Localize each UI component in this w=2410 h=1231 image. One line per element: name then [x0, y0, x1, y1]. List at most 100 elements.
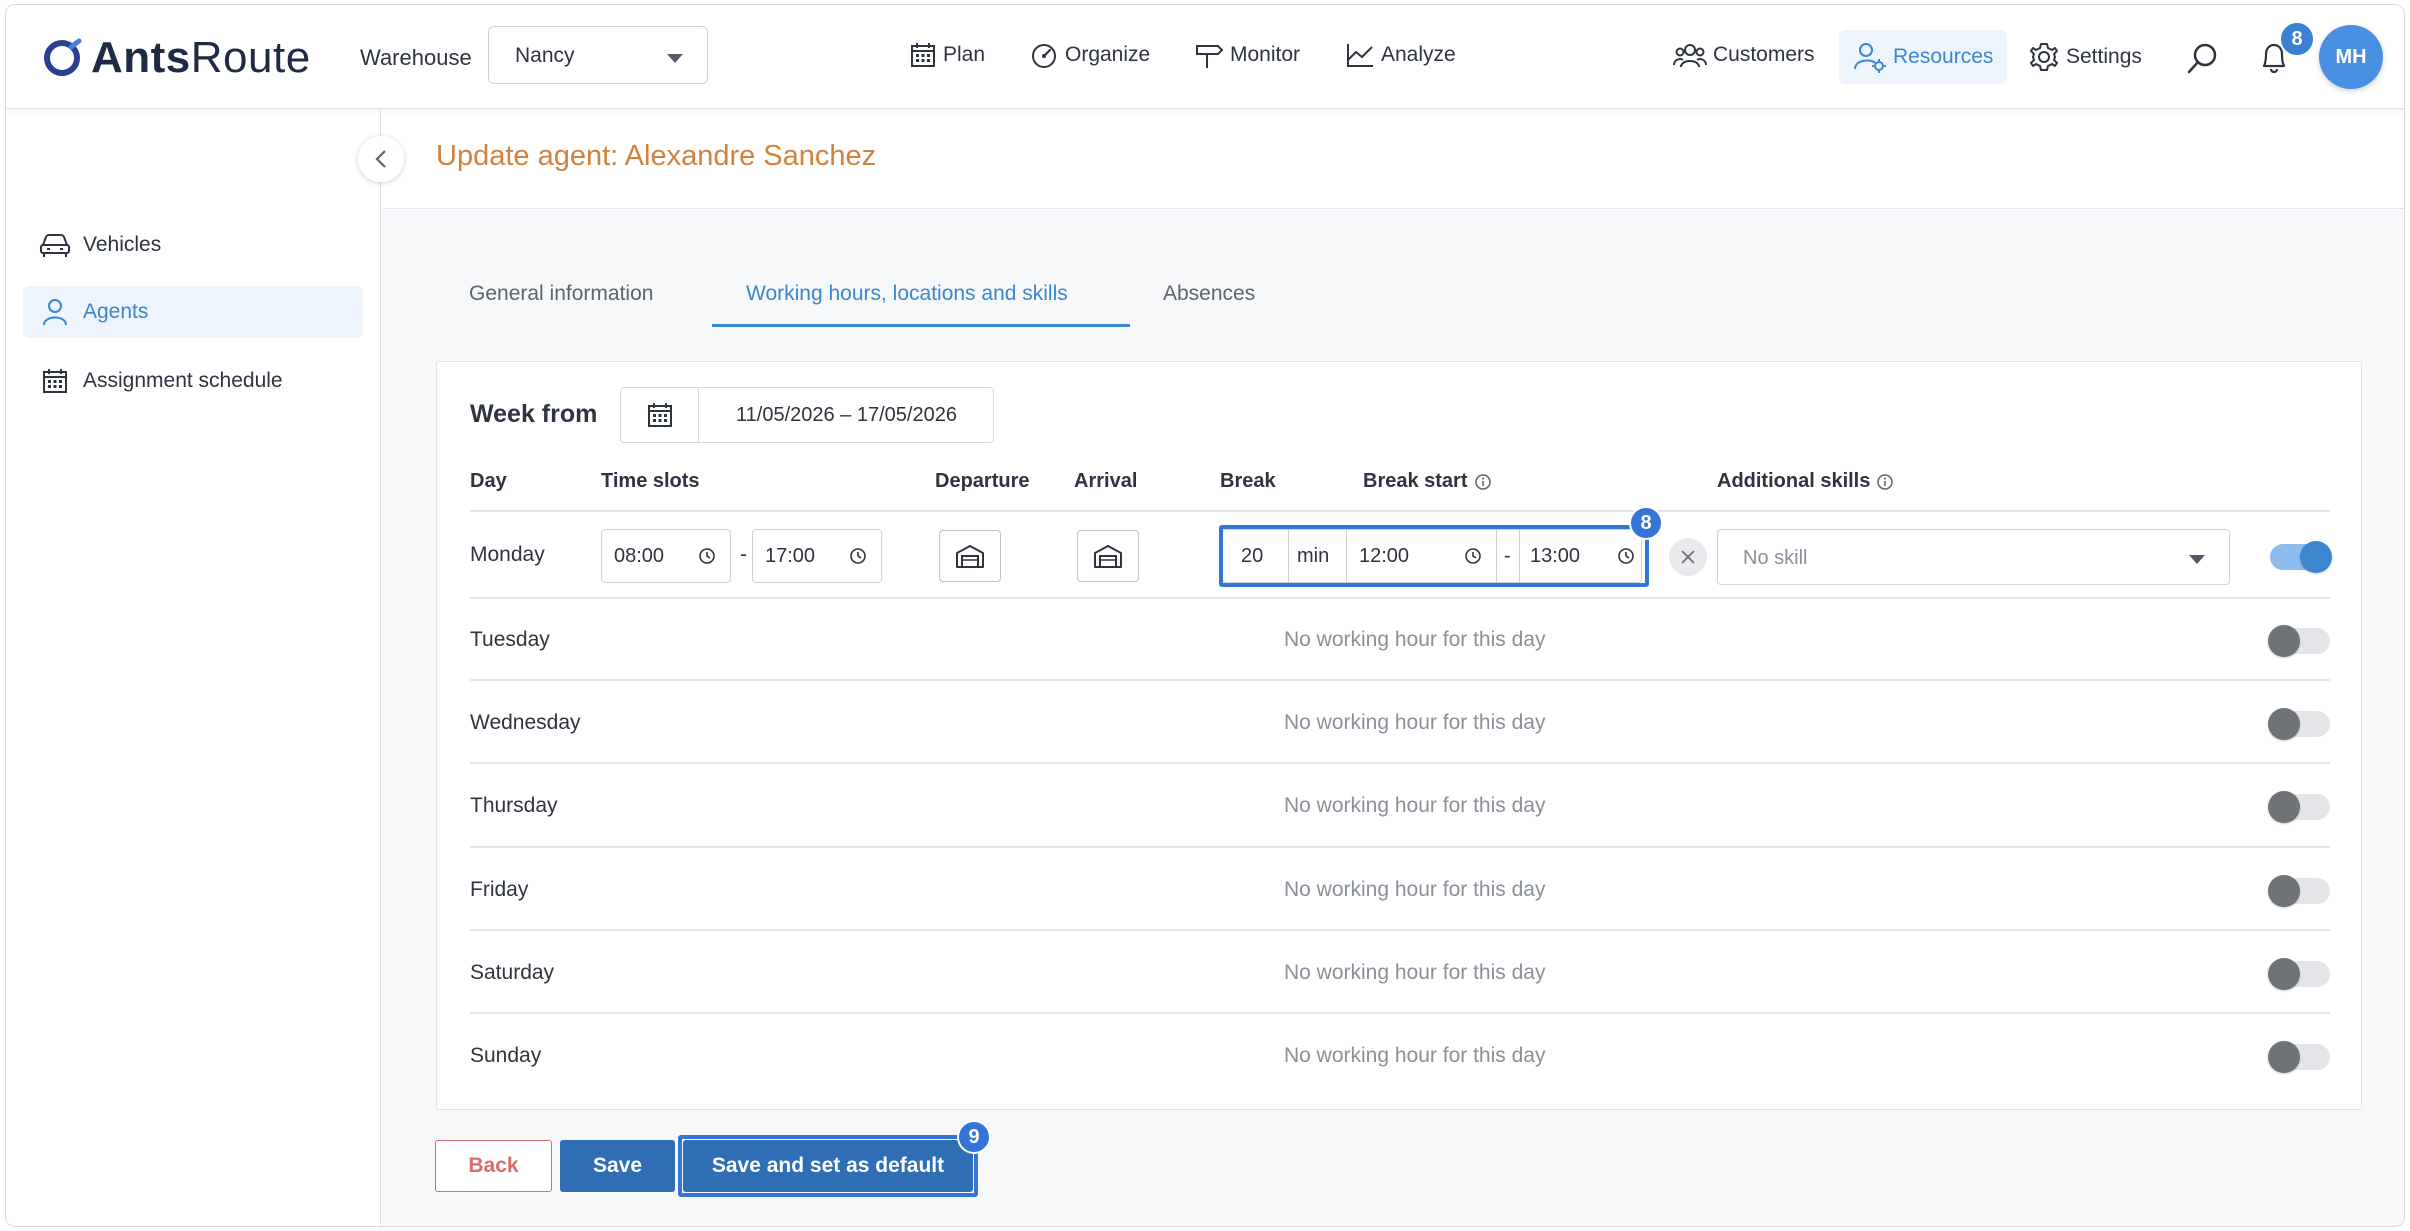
back-button[interactable]: Back [435, 1140, 552, 1192]
no-hours-note: No working hour for this day [1284, 878, 1546, 901]
nav-customers-label: Customers [1713, 43, 1815, 66]
app-window: AntsRoute Warehouse Nancy Plan Organize … [5, 4, 2405, 1227]
divider [470, 762, 2330, 764]
search-icon[interactable] [2186, 41, 2220, 75]
nav-settings[interactable]: Settings [2028, 41, 2142, 73]
sidebar-item-label: Assignment schedule [83, 369, 283, 392]
column-break-start: Break start [1363, 470, 1492, 493]
notification-badge: 8 [2279, 21, 2315, 57]
column-departure: Departure [935, 470, 1030, 492]
nav-analyze[interactable]: Analyze [1345, 41, 1456, 69]
logo-icon [44, 38, 82, 76]
divider [470, 1012, 2330, 1014]
logo[interactable]: AntsRoute [43, 33, 311, 83]
toggle-knob [2268, 958, 2300, 990]
caret-down-icon [667, 54, 683, 63]
column-additional-skills-label: Additional skills [1717, 470, 1871, 492]
active-tab-indicator [712, 324, 1130, 327]
skill-select[interactable]: No skill [1717, 529, 2230, 585]
day-label-sunday: Sunday [470, 1044, 542, 1067]
day-toggle-wednesday[interactable] [2268, 708, 2330, 740]
column-day: Day [470, 470, 507, 492]
nav-organize-label: Organize [1065, 43, 1151, 66]
day-toggle-monday[interactable] [2270, 541, 2332, 573]
time-slot-start-value: 08:00 [614, 545, 665, 567]
break-highlight [1219, 525, 1649, 587]
week-label: Week from [470, 400, 598, 428]
warehouse-select[interactable]: Nancy [488, 26, 708, 84]
working-hours-card: Week from 11/05/2026 – 17/05/2026 Day Ti… [436, 361, 2362, 1110]
column-additional-skills: Additional skills [1717, 470, 1894, 493]
signpost-icon [1196, 45, 1224, 68]
day-label-thursday: Thursday [470, 794, 558, 817]
column-break: Break [1220, 470, 1276, 492]
logo-text-bold: Ants [91, 33, 191, 82]
day-label-saturday: Saturday [470, 961, 555, 984]
nav-customers[interactable]: Customers [1673, 41, 1815, 69]
column-break-start-label: Break start [1363, 470, 1468, 492]
tab-general-information[interactable]: General information [469, 282, 653, 306]
step-badge-8: 8 [1629, 506, 1663, 540]
clear-break-button[interactable] [1669, 538, 1707, 576]
arrival-location-button[interactable] [1077, 530, 1139, 582]
logo-text-light: Route [190, 33, 311, 82]
day-toggle-thursday[interactable] [2268, 791, 2330, 823]
sidebar-item-agents[interactable]: Agents [23, 286, 363, 338]
nav-monitor[interactable]: Monitor [1194, 41, 1300, 69]
caret-down-icon [2189, 555, 2205, 564]
nav-analyze-label: Analyze [1381, 43, 1456, 66]
chart-icon [1347, 44, 1373, 67]
warehouse-label: Warehouse [360, 45, 472, 70]
column-arrival: Arrival [1074, 470, 1138, 492]
tab-working-hours[interactable]: Working hours, locations and skills [746, 282, 1068, 306]
tab-absences[interactable]: Absences [1163, 282, 1255, 306]
toggle-knob [2268, 1041, 2300, 1073]
nav-plan-label: Plan [943, 43, 986, 66]
gear-icon [2030, 43, 2058, 71]
divider [470, 929, 2330, 931]
toggle-knob [2268, 791, 2300, 823]
day-toggle-sunday[interactable] [2268, 1041, 2330, 1073]
day-label-tuesday: Tuesday [470, 628, 550, 651]
gauge-icon [1032, 44, 1056, 68]
sidebar-item-label: Vehicles [83, 233, 162, 256]
divider [470, 510, 2330, 512]
step-badge-9: 9 [957, 1120, 991, 1154]
info-icon[interactable] [1876, 473, 1894, 491]
day-toggle-friday[interactable] [2268, 875, 2330, 907]
garage-icon [1094, 545, 1122, 568]
time-slot-start-input[interactable]: 08:00 [601, 529, 731, 583]
warehouse-value: Nancy [515, 44, 575, 67]
week-range: 11/05/2026 – 17/05/2026 [736, 404, 957, 426]
sidebar-item-assignment-schedule[interactable]: Assignment schedule [23, 355, 363, 407]
day-toggle-saturday[interactable] [2268, 958, 2330, 990]
nav-settings-label: Settings [2066, 45, 2142, 68]
day-toggle-tuesday[interactable] [2268, 625, 2330, 657]
page-header: Update agent: Alexandre Sanchez [382, 109, 2404, 209]
nav-organize[interactable]: Organize [1029, 41, 1150, 69]
page-title: Update agent: Alexandre Sanchez [436, 140, 877, 172]
toggle-knob [2268, 625, 2300, 657]
save-button[interactable]: Save [560, 1140, 675, 1192]
time-slot-end-input[interactable]: 17:00 [752, 529, 882, 583]
nav-plan[interactable]: Plan [909, 41, 985, 69]
column-time-slots: Time slots [601, 470, 700, 492]
no-hours-note: No working hour for this day [1284, 711, 1546, 734]
week-picker[interactable]: 11/05/2026 – 17/05/2026 [620, 387, 994, 443]
day-label-monday: Monday [470, 543, 545, 566]
nav-resources[interactable]: Resources [1839, 30, 2008, 84]
sidebar-item-vehicles[interactable]: Vehicles [23, 219, 363, 271]
no-hours-note: No working hour for this day [1284, 794, 1546, 817]
people-icon [1673, 44, 1707, 68]
toggle-knob [2268, 708, 2300, 740]
nav-monitor-label: Monitor [1230, 43, 1301, 66]
user-gear-icon [1854, 43, 1886, 73]
calendar-icon [43, 369, 67, 393]
time-slot-end-value: 17:00 [765, 545, 816, 567]
departure-location-button[interactable] [939, 530, 1001, 582]
calendar-icon [911, 43, 935, 67]
collapse-sidebar-button[interactable] [358, 136, 404, 182]
avatar[interactable]: MH [2319, 25, 2383, 89]
skill-select-placeholder: No skill [1743, 547, 1808, 569]
info-icon[interactable] [1474, 473, 1492, 491]
